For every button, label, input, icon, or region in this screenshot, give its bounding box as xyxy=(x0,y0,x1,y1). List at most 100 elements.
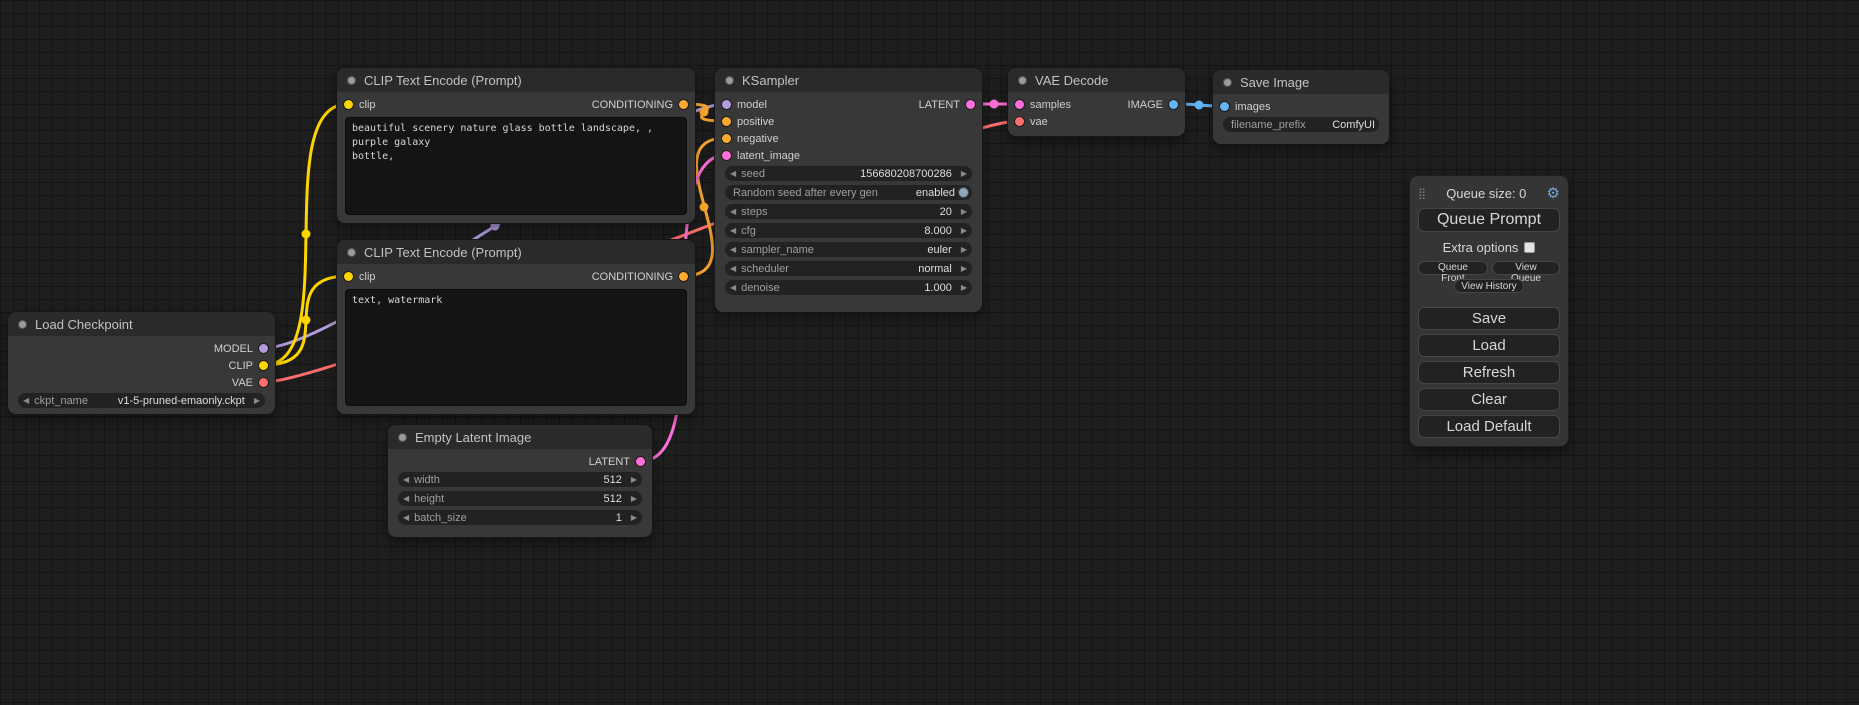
increment-arrow-icon[interactable]: ▶ xyxy=(626,472,642,487)
collapse-dot-icon[interactable] xyxy=(347,76,356,85)
input-slot-positive[interactable]: positive xyxy=(715,113,982,130)
node-title-bar[interactable]: CLIP Text Encode (Prompt) xyxy=(337,240,695,264)
decrement-arrow-icon[interactable]: ◀ xyxy=(18,393,34,408)
extra-options-checkbox[interactable] xyxy=(1524,242,1535,253)
vae-connector-icon[interactable] xyxy=(259,378,268,387)
clip-connector-icon[interactable] xyxy=(344,100,353,109)
input-slot-clip[interactable]: clip xyxy=(337,96,516,113)
input-slot-latent-image[interactable]: latent_image xyxy=(715,147,982,164)
model-connector-icon[interactable] xyxy=(722,100,731,109)
output-slot-conditioning[interactable]: CONDITIONING xyxy=(516,96,695,113)
decrement-arrow-icon[interactable]: ◀ xyxy=(725,204,741,219)
node-title-bar[interactable]: VAE Decode xyxy=(1008,68,1185,92)
collapse-dot-icon[interactable] xyxy=(1223,78,1232,87)
collapse-dot-icon[interactable] xyxy=(347,248,356,257)
latent-connector-icon[interactable] xyxy=(1015,100,1024,109)
increment-arrow-icon[interactable]: ▶ xyxy=(956,223,972,238)
save-button[interactable]: Save xyxy=(1418,307,1560,330)
queue-front-button[interactable]: Queue Front xyxy=(1418,261,1488,275)
link-midpoint-dot[interactable] xyxy=(990,100,999,109)
node-title-bar[interactable]: Save Image xyxy=(1213,70,1389,94)
link-midpoint-dot[interactable] xyxy=(302,316,311,325)
node-load-checkpoint[interactable]: Load Checkpoint MODEL CLIP VAE ◀ ckpt_na… xyxy=(8,312,275,414)
decrement-arrow-icon[interactable]: ◀ xyxy=(398,472,414,487)
random-seed-toggle-widget[interactable]: Random seed after every gen enabled xyxy=(725,185,972,200)
scheduler-widget[interactable]: ◀ scheduler normal ▶ xyxy=(725,261,972,276)
output-slot-latent[interactable]: LATENT xyxy=(849,96,983,113)
queue-prompt-button[interactable]: Queue Prompt xyxy=(1418,208,1560,232)
link-midpoint-dot[interactable] xyxy=(1195,101,1204,110)
output-slot-latent[interactable]: LATENT xyxy=(388,453,652,470)
increment-arrow-icon[interactable]: ▶ xyxy=(956,166,972,181)
conditioning-connector-icon[interactable] xyxy=(722,117,731,126)
output-slot-vae[interactable]: VAE xyxy=(8,374,275,391)
collapse-dot-icon[interactable] xyxy=(398,433,407,442)
collapse-dot-icon[interactable] xyxy=(1018,76,1027,85)
increment-arrow-icon[interactable]: ▶ xyxy=(626,491,642,506)
height-widget[interactable]: ◀ height 512 ▶ xyxy=(398,491,642,506)
increment-arrow-icon[interactable]: ▶ xyxy=(956,280,972,295)
collapse-dot-icon[interactable] xyxy=(18,320,27,329)
link-midpoint-dot[interactable] xyxy=(700,203,709,212)
conditioning-connector-icon[interactable] xyxy=(679,272,688,281)
increment-arrow-icon[interactable]: ▶ xyxy=(249,393,265,408)
prompt-textarea[interactable]: text, watermark xyxy=(345,289,687,406)
image-connector-icon[interactable] xyxy=(1169,100,1178,109)
input-slot-clip[interactable]: clip xyxy=(337,268,516,285)
model-connector-icon[interactable] xyxy=(259,344,268,353)
vae-connector-icon[interactable] xyxy=(1015,117,1024,126)
decrement-arrow-icon[interactable]: ◀ xyxy=(725,261,741,276)
node-vae-decode[interactable]: VAE Decode samples IMAGE vae xyxy=(1008,68,1185,136)
output-slot-image[interactable]: IMAGE xyxy=(1097,96,1186,113)
settings-gear-icon[interactable]: ⚙ xyxy=(1547,184,1560,202)
decrement-arrow-icon[interactable]: ◀ xyxy=(398,510,414,525)
output-slot-model[interactable]: MODEL xyxy=(8,340,275,357)
link-midpoint-dot[interactable] xyxy=(302,230,311,239)
node-title-bar[interactable]: Load Checkpoint xyxy=(8,312,275,336)
node-graph-canvas[interactable]: Load Checkpoint MODEL CLIP VAE ◀ ckpt_na… xyxy=(0,0,1859,705)
node-clip-text-encode-negative[interactable]: CLIP Text Encode (Prompt) clip CONDITION… xyxy=(337,240,695,414)
collapse-dot-icon[interactable] xyxy=(725,76,734,85)
input-slot-images[interactable]: images xyxy=(1213,98,1389,115)
cfg-widget[interactable]: ◀ cfg 8.000 ▶ xyxy=(725,223,972,238)
load-default-button[interactable]: Load Default xyxy=(1418,415,1560,438)
increment-arrow-icon[interactable]: ▶ xyxy=(956,261,972,276)
node-ksampler[interactable]: KSampler model LATENT positive negative xyxy=(715,68,982,312)
latent-connector-icon[interactable] xyxy=(722,151,731,160)
conditioning-connector-icon[interactable] xyxy=(679,100,688,109)
input-slot-model[interactable]: model xyxy=(715,96,849,113)
node-title-bar[interactable]: Empty Latent Image xyxy=(388,425,652,449)
image-connector-icon[interactable] xyxy=(1220,102,1229,111)
ckpt-name-widget[interactable]: ◀ ckpt_name v1-5-pruned-emaonly.ckpt ▶ xyxy=(18,393,265,408)
input-slot-negative[interactable]: negative xyxy=(715,130,982,147)
node-title-bar[interactable]: KSampler xyxy=(715,68,982,92)
sampler-name-widget[interactable]: ◀ sampler_name euler ▶ xyxy=(725,242,972,257)
decrement-arrow-icon[interactable]: ◀ xyxy=(725,223,741,238)
drag-handle-icon[interactable]: ⣿ xyxy=(1418,187,1426,200)
decrement-arrow-icon[interactable]: ◀ xyxy=(725,280,741,295)
node-empty-latent-image[interactable]: Empty Latent Image LATENT ◀ width 512 ▶ … xyxy=(388,425,652,537)
width-widget[interactable]: ◀ width 512 ▶ xyxy=(398,472,642,487)
seed-widget[interactable]: ◀ seed 156680208700286 ▶ xyxy=(725,166,972,181)
view-history-button[interactable]: View History xyxy=(1454,279,1523,293)
increment-arrow-icon[interactable]: ▶ xyxy=(626,510,642,525)
refresh-button[interactable]: Refresh xyxy=(1418,361,1560,384)
clip-connector-icon[interactable] xyxy=(344,272,353,281)
toggle-indicator-icon[interactable] xyxy=(959,188,968,197)
latent-connector-icon[interactable] xyxy=(636,457,645,466)
decrement-arrow-icon[interactable]: ◀ xyxy=(725,242,741,257)
filename-prefix-widget[interactable]: filename_prefix ComfyUI xyxy=(1223,117,1379,132)
latent-connector-icon[interactable] xyxy=(966,100,975,109)
denoise-widget[interactable]: ◀ denoise 1.000 ▶ xyxy=(725,280,972,295)
link-midpoint-dot[interactable] xyxy=(700,108,709,117)
load-button[interactable]: Load xyxy=(1418,334,1560,357)
decrement-arrow-icon[interactable]: ◀ xyxy=(398,491,414,506)
node-save-image[interactable]: Save Image images filename_prefix ComfyU… xyxy=(1213,70,1389,144)
input-slot-vae[interactable]: vae xyxy=(1008,113,1185,130)
steps-widget[interactable]: ◀ steps 20 ▶ xyxy=(725,204,972,219)
node-clip-text-encode-positive[interactable]: CLIP Text Encode (Prompt) clip CONDITION… xyxy=(337,68,695,223)
increment-arrow-icon[interactable]: ▶ xyxy=(956,204,972,219)
output-slot-conditioning[interactable]: CONDITIONING xyxy=(516,268,695,285)
increment-arrow-icon[interactable]: ▶ xyxy=(956,242,972,257)
decrement-arrow-icon[interactable]: ◀ xyxy=(725,166,741,181)
